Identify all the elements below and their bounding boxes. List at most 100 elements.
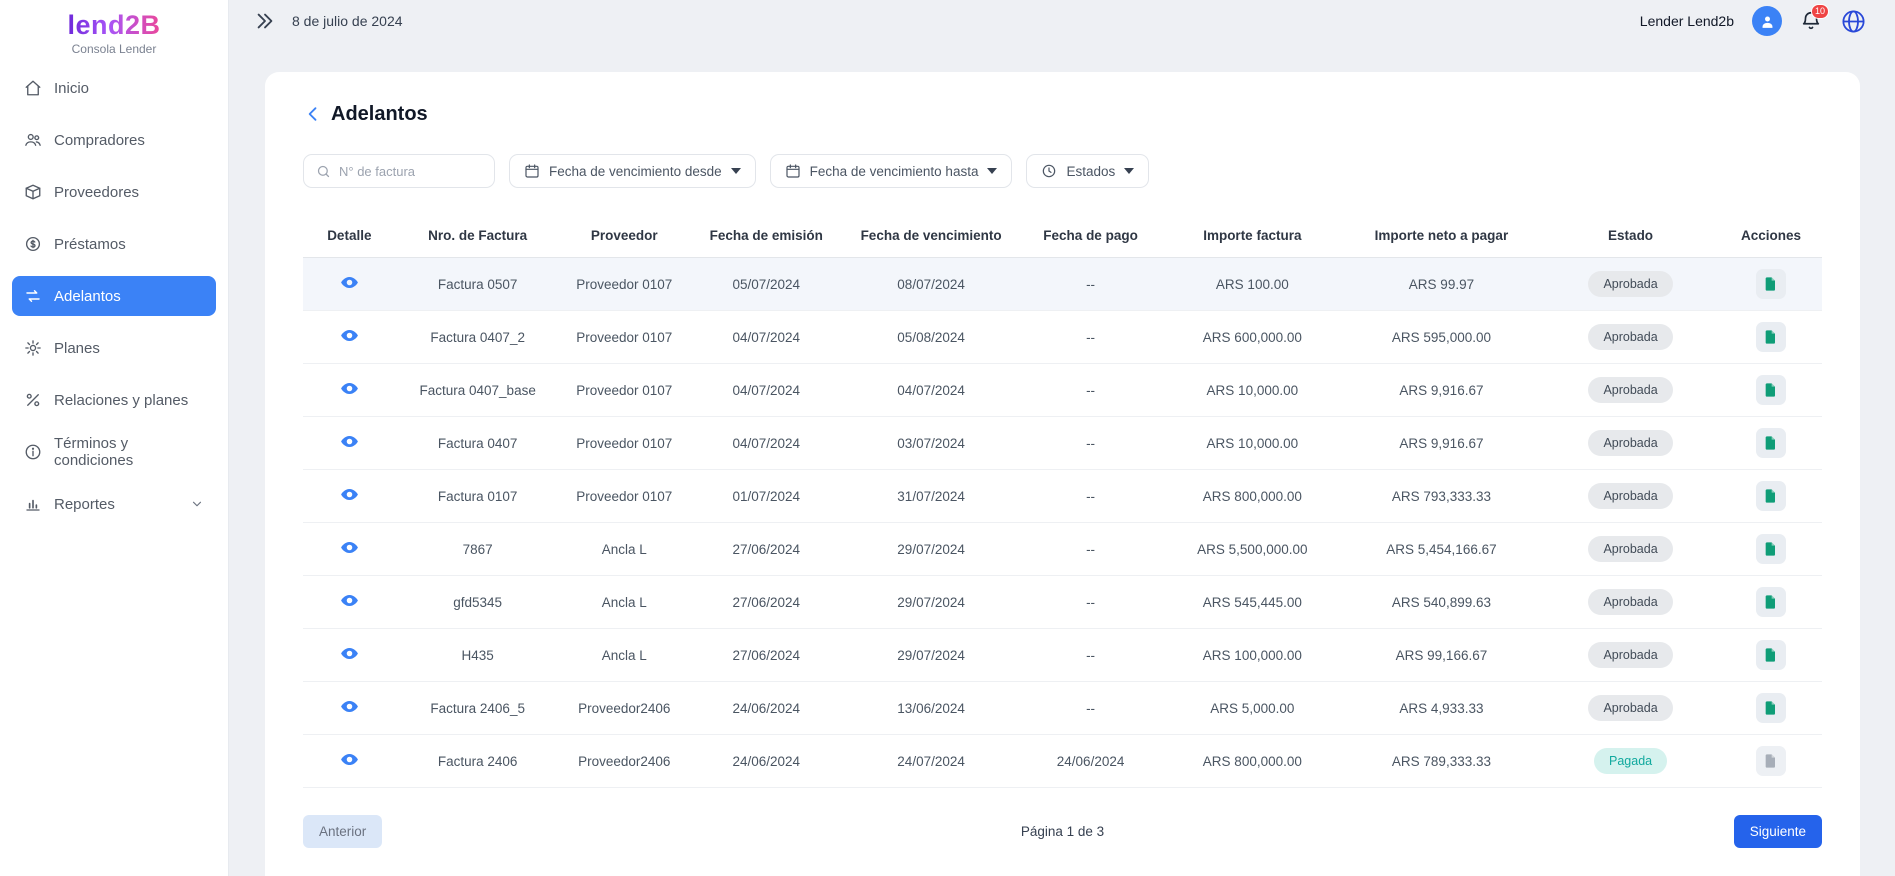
download-invoice-button[interactable] <box>1756 375 1786 405</box>
invoice-number-cell: Factura 0407_2 <box>396 330 560 345</box>
table-row: Factura 2406_5 Proveedor2406 24/06/2024 … <box>303 682 1822 735</box>
eye-icon <box>340 379 359 398</box>
topbar: 8 de julio de 2024 Lender Lend2b 10 <box>228 0 1895 42</box>
sidebar-item-prestamos[interactable]: Préstamos <box>12 224 216 264</box>
document-icon <box>1763 647 1779 663</box>
table-body: Factura 0507 Proveedor 0107 05/07/2024 0… <box>303 258 1822 788</box>
states-label: Estados <box>1066 164 1115 179</box>
pagination: Anterior Página 1 de 3 Siguiente <box>303 797 1822 862</box>
table-row: Factura 0407 Proveedor 0107 04/07/2024 0… <box>303 417 1822 470</box>
status-badge: Aprobada <box>1588 536 1672 562</box>
sidebar-item-proveedores[interactable]: Proveedores <box>12 172 216 212</box>
col-header-importe-neto: Importe neto a pagar <box>1342 228 1541 243</box>
notifications-button[interactable]: 10 <box>1800 10 1822 32</box>
document-icon <box>1763 700 1779 716</box>
document-icon <box>1763 435 1779 451</box>
net-amount-cell: ARS 595,000.00 <box>1342 330 1541 345</box>
view-detail-button[interactable] <box>340 326 359 345</box>
eye-icon <box>340 697 359 716</box>
download-invoice-button[interactable] <box>1756 746 1786 776</box>
download-invoice-button[interactable] <box>1756 693 1786 723</box>
table-row: H435 Ancla L 27/06/2024 29/07/2024 -- AR… <box>303 629 1822 682</box>
provider-cell: Proveedor 0107 <box>560 383 689 398</box>
sidebar-item-label: Adelantos <box>54 288 121 305</box>
eye-icon <box>340 273 359 292</box>
view-detail-button[interactable] <box>340 538 359 557</box>
user-avatar[interactable] <box>1752 6 1782 36</box>
download-invoice-button[interactable] <box>1756 269 1786 299</box>
sidebar-item-compradores[interactable]: Compradores <box>12 120 216 160</box>
due-date-cell: 29/07/2024 <box>844 648 1019 663</box>
issue-date-cell: 04/07/2024 <box>689 330 844 345</box>
view-detail-button[interactable] <box>340 273 359 292</box>
view-detail-button[interactable] <box>340 432 359 451</box>
eye-icon <box>340 750 359 769</box>
view-detail-button[interactable] <box>340 379 359 398</box>
home-icon <box>24 79 42 97</box>
view-detail-button[interactable] <box>340 485 359 504</box>
view-detail-button[interactable] <box>340 591 359 610</box>
filters-bar: Fecha de vencimiento desde Fecha de venc… <box>303 154 1822 188</box>
payment-date-cell: -- <box>1018 542 1162 557</box>
caret-down-icon <box>1124 168 1134 174</box>
date-from-filter[interactable]: Fecha de vencimiento desde <box>509 154 756 188</box>
view-detail-button[interactable] <box>340 750 359 769</box>
language-globe-icon[interactable] <box>1840 8 1867 35</box>
document-icon <box>1763 753 1779 769</box>
current-date: 8 de julio de 2024 <box>292 13 403 29</box>
download-invoice-button[interactable] <box>1756 428 1786 458</box>
col-header-fecha-emision: Fecha de emisión <box>689 228 844 243</box>
net-amount-cell: ARS 9,916.67 <box>1342 383 1541 398</box>
issue-date-cell: 24/06/2024 <box>689 701 844 716</box>
issue-date-cell: 24/06/2024 <box>689 754 844 769</box>
states-filter[interactable]: Estados <box>1026 154 1149 188</box>
status-badge: Aprobada <box>1588 642 1672 668</box>
payment-date-cell: -- <box>1018 436 1162 451</box>
date-from-label: Fecha de vencimiento desde <box>549 164 722 179</box>
sidebar-item-label: Términos y condiciones <box>54 435 204 469</box>
main-area: 8 de julio de 2024 Lender Lend2b 10 Adel… <box>228 0 1895 876</box>
net-amount-cell: ARS 99,166.67 <box>1342 648 1541 663</box>
previous-page-button[interactable]: Anterior <box>303 815 382 848</box>
sidebar-item-planes[interactable]: Planes <box>12 328 216 368</box>
view-detail-button[interactable] <box>340 644 359 663</box>
sidebar-item-inicio[interactable]: Inicio <box>12 68 216 108</box>
download-invoice-button[interactable] <box>1756 640 1786 670</box>
col-header-fecha-pago: Fecha de pago <box>1018 228 1162 243</box>
col-header-proveedor: Proveedor <box>560 228 689 243</box>
loans-icon <box>24 235 42 253</box>
sidebar-item-reportes[interactable]: Reportes <box>12 484 216 524</box>
eye-icon <box>340 591 359 610</box>
invoice-amount-cell: ARS 800,000.00 <box>1163 489 1342 504</box>
issue-date-cell: 27/06/2024 <box>689 648 844 663</box>
next-page-button[interactable]: Siguiente <box>1734 815 1822 848</box>
table-row: Factura 0407_2 Proveedor 0107 04/07/2024… <box>303 311 1822 364</box>
document-icon <box>1763 382 1779 398</box>
download-invoice-button[interactable] <box>1756 587 1786 617</box>
sidebar-item-adelantos[interactable]: Adelantos <box>12 276 216 316</box>
page-info: Página 1 de 3 <box>1021 824 1104 839</box>
table-row: Factura 0107 Proveedor 0107 01/07/2024 3… <box>303 470 1822 523</box>
reports-icon <box>24 495 42 513</box>
download-invoice-button[interactable] <box>1756 534 1786 564</box>
eye-icon <box>340 326 359 345</box>
payment-date-cell: -- <box>1018 701 1162 716</box>
net-amount-cell: ARS 4,933.33 <box>1342 701 1541 716</box>
notification-badge: 10 <box>1811 4 1829 19</box>
date-to-filter[interactable]: Fecha de vencimiento hasta <box>770 154 1013 188</box>
download-invoice-button[interactable] <box>1756 322 1786 352</box>
search-input[interactable] <box>339 164 482 179</box>
invoice-number-cell: gfd5345 <box>396 595 560 610</box>
sidebar-item-relaciones-y-planes[interactable]: Relaciones y planes <box>12 380 216 420</box>
sidebar-expand-icon[interactable] <box>254 10 276 32</box>
back-chevron-icon[interactable] <box>303 104 323 124</box>
sidebar-nav: Inicio Compradores Proveedores Préstamos… <box>0 68 228 536</box>
caret-down-icon <box>731 168 741 174</box>
download-invoice-button[interactable] <box>1756 481 1786 511</box>
chevron-down-icon <box>190 497 204 511</box>
eye-icon <box>340 485 359 504</box>
view-detail-button[interactable] <box>340 697 359 716</box>
payment-date-cell: -- <box>1018 277 1162 292</box>
user-icon <box>1759 13 1776 30</box>
sidebar-item-terminos-y-condiciones[interactable]: Términos y condiciones <box>12 432 216 472</box>
